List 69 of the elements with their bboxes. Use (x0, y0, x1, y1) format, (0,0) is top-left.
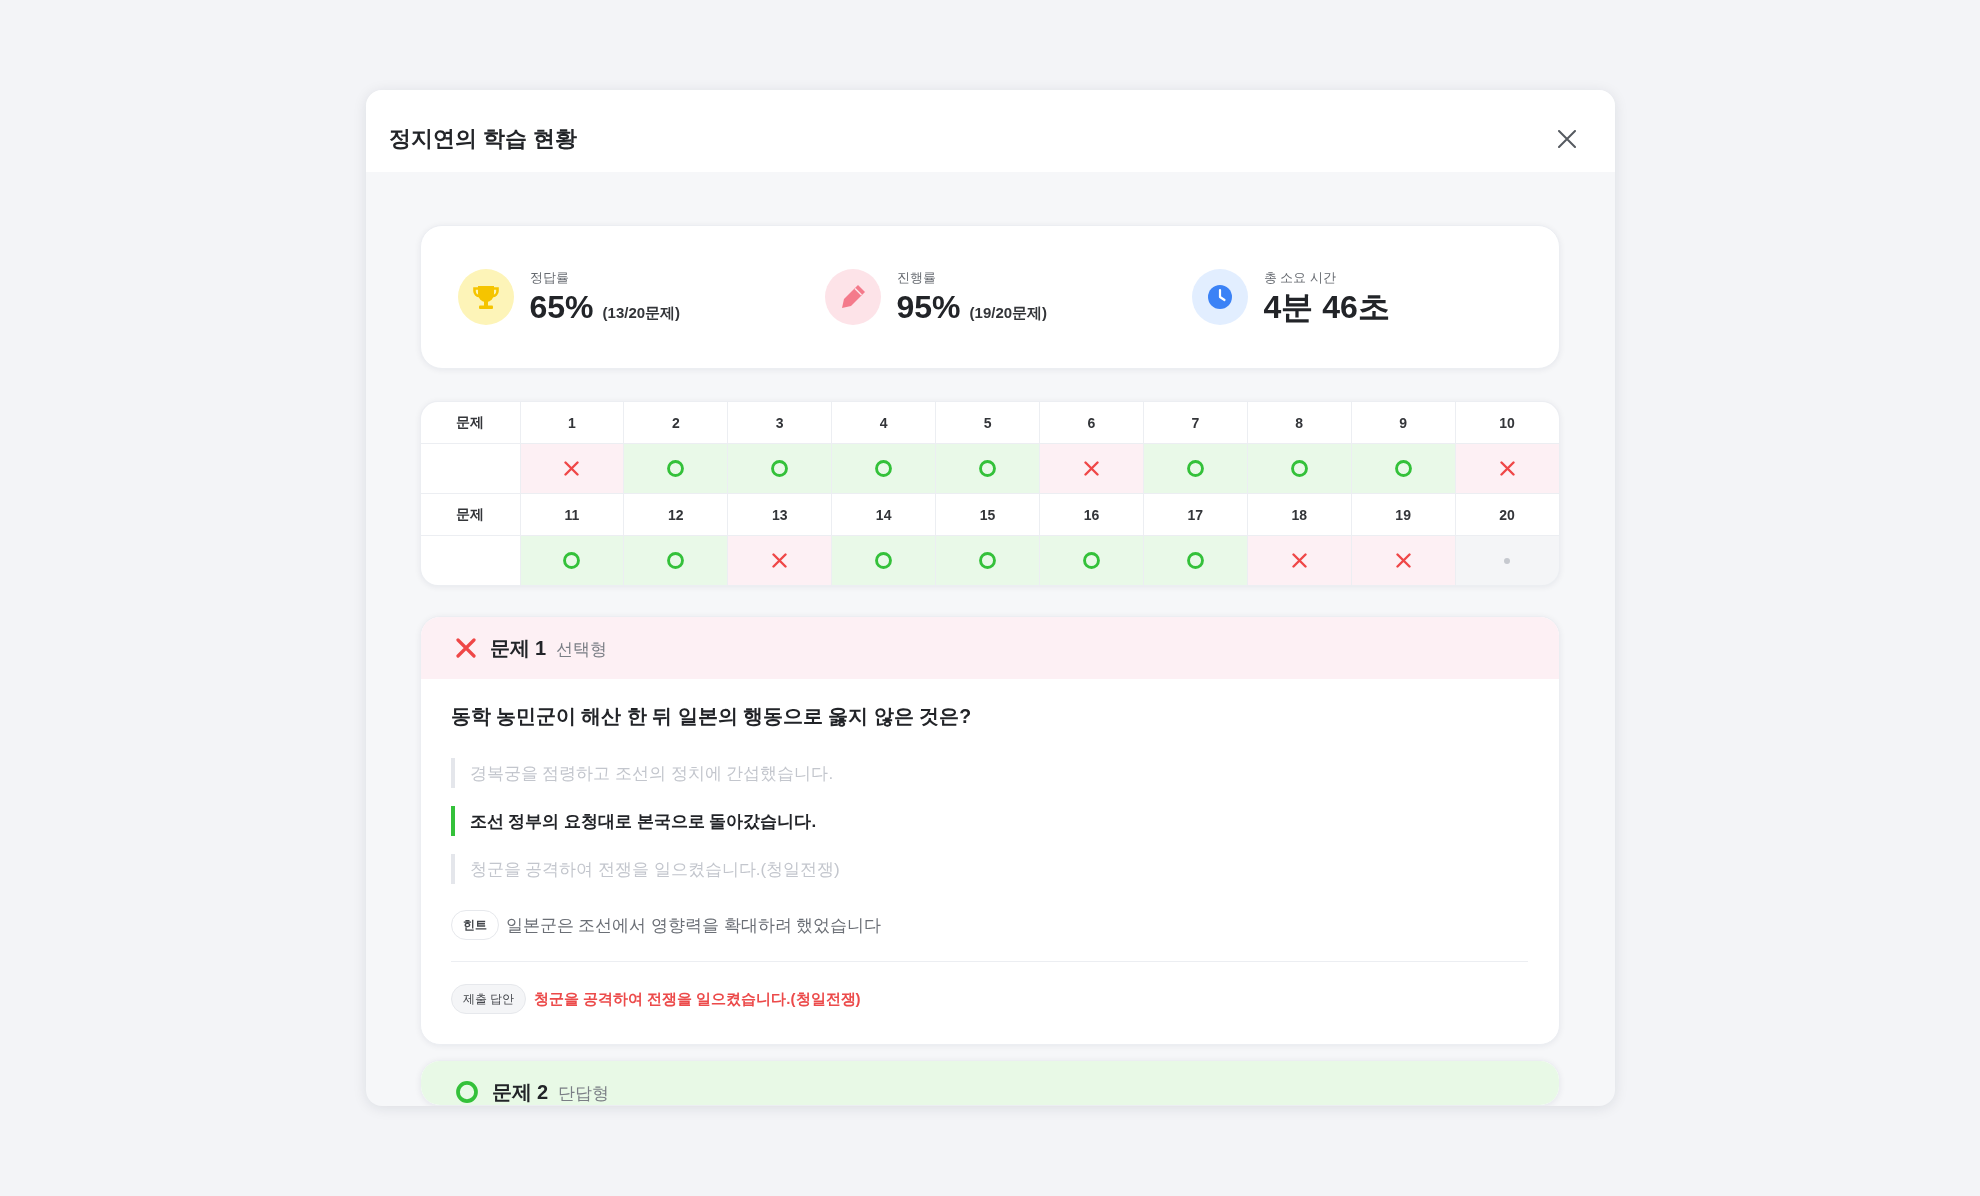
stat-value: 95% (896, 287, 961, 326)
circle-icon (563, 552, 581, 569)
question-number: 7 (1143, 402, 1247, 443)
question-number: 8 (1247, 402, 1351, 443)
answer-option: 청군을 공격하여 전쟁을 일으켰습니다.(청일전쟁) (450, 854, 1528, 884)
stat-label: 정답률 (529, 268, 570, 286)
question-number: 4 (832, 402, 936, 443)
circle-icon (1290, 460, 1308, 477)
question-title: 문제 2 (491, 1080, 549, 1105)
circle-icon (455, 1081, 478, 1103)
stat-detail: (13/20문제) (602, 303, 681, 323)
cross-icon (455, 638, 476, 658)
question-title: 문제 1 (489, 636, 547, 661)
answer-label: 제출 답안 (450, 984, 526, 1014)
question-number: 9 (1351, 402, 1455, 443)
question-number: 15 (936, 494, 1039, 535)
row-label: 문제 (420, 402, 520, 443)
circle-icon (875, 460, 893, 477)
circle-icon (1186, 460, 1204, 477)
trophy-icon (457, 269, 514, 325)
cross-icon (772, 553, 788, 568)
circle-icon (1394, 460, 1412, 477)
circle-icon (1082, 552, 1100, 569)
stat-detail: (19/20문제) (969, 303, 1048, 323)
circle-icon (979, 460, 997, 477)
circle-icon (979, 552, 997, 569)
stat-value: 4분 46초 (1263, 287, 1390, 326)
question-number: 17 (1143, 494, 1247, 535)
submitted-answer: 청군을 공격하여 전쟁을 일으켰습니다.(청일전쟁) (533, 989, 861, 1009)
question-number: 10 (1455, 402, 1559, 443)
stat-value: 65% (529, 287, 594, 326)
circle-icon (667, 460, 685, 477)
question-number: 16 (1040, 494, 1143, 535)
stat-label: 총 소요 시간 (1263, 268, 1337, 286)
cross-icon (1291, 553, 1307, 568)
question-number: 12 (624, 494, 728, 535)
dot-icon (1504, 557, 1511, 564)
question-number: 13 (728, 494, 832, 535)
circle-icon (667, 552, 685, 569)
stat-label: 진행률 (896, 268, 937, 286)
cross-icon (1083, 461, 1099, 476)
cross-icon (1499, 461, 1515, 476)
hint-label: 힌트 (450, 910, 499, 940)
row-label: 문제 (420, 494, 520, 535)
close-icon (1557, 130, 1576, 148)
question-number: 6 (1040, 402, 1143, 443)
question-number: 20 (1455, 494, 1559, 535)
question-number: 5 (936, 402, 1039, 443)
answer-option: 조선 정부의 요청대로 본국으로 돌아갔습니다. (450, 806, 1528, 836)
circle-icon (1186, 552, 1204, 569)
question-number: 3 (728, 402, 832, 443)
clock-icon (1191, 269, 1248, 325)
cross-icon (1395, 553, 1411, 568)
hint-text: 일본군은 조선에서 영향력을 확대하려 했었습니다 (505, 914, 882, 937)
question-number: 11 (520, 494, 624, 535)
question-type: 선택형 (556, 639, 608, 661)
question-text: 동학 농민군이 해산 한 뒤 일본의 행동으로 옳지 않은 것은? (450, 704, 973, 729)
answer-option: 경복궁을 점령하고 조선의 정치에 간섭했습니다. (450, 758, 1528, 788)
question-number: 1 (520, 402, 624, 443)
cross-icon (564, 461, 580, 476)
modal-title: 정지연의 학습 현황 (388, 125, 577, 153)
circle-icon (771, 460, 789, 477)
pencil-icon (824, 269, 881, 325)
question-number: 14 (832, 494, 936, 535)
question-number: 2 (624, 402, 728, 443)
question-number: 18 (1247, 494, 1351, 535)
circle-icon (875, 552, 893, 569)
question-number: 19 (1351, 494, 1455, 535)
question-type: 단답형 (558, 1083, 610, 1105)
